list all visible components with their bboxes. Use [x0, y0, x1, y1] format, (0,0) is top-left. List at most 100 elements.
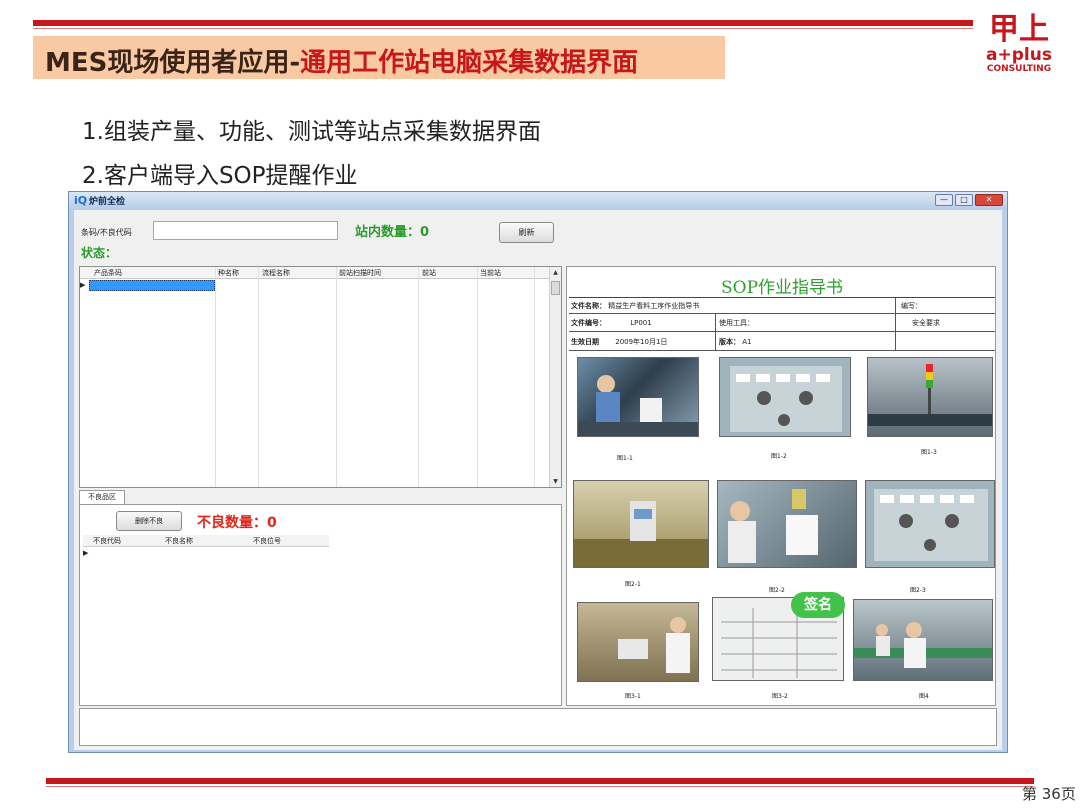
refresh-button[interactable]: 刷新 — [499, 222, 554, 243]
andon-light-icon — [868, 364, 992, 426]
col-header-barcode[interactable]: 产品条码 — [94, 268, 122, 278]
minimize-button[interactable]: — — [935, 194, 953, 206]
bottom-message-area — [79, 708, 997, 746]
sop-file-name-label: 文件名称： — [571, 302, 606, 310]
col-header-defect-name[interactable]: 不良名称 — [165, 536, 193, 546]
col-header-scan-time[interactable]: 前站扫描时间 — [339, 268, 381, 278]
grid-col-divider — [258, 267, 259, 487]
caption-3-2: 图3-2 — [772, 693, 788, 700]
sop-safety-label: 安全要求 — [912, 319, 940, 327]
caption-1-1: 图1-1 — [617, 455, 633, 462]
col-header-process[interactable]: 流程名称 — [262, 268, 290, 278]
barcode-input[interactable] — [153, 221, 338, 240]
station-count-value: 0 — [420, 225, 430, 240]
bottom-thin-rule — [46, 786, 1034, 787]
col-header-defect-position[interactable]: 不良位号 — [253, 536, 281, 546]
sop-file-no: 文件编号： LP001 — [571, 318, 652, 328]
page-number: 第 36页 — [1022, 785, 1076, 803]
sop-file-no-label: 文件编号： — [571, 319, 606, 327]
defect-count-value: 0 — [267, 515, 277, 531]
app-icon: iQ — [74, 194, 88, 207]
sop-photo-1-2 — [719, 357, 851, 437]
sop-panel: SOP作业指导书 文件名称： 精益生产看料工序作业指导书 编写： 安全要求 文件… — [566, 266, 996, 706]
delete-defect-button[interactable]: 删除不良 — [116, 511, 182, 531]
caption-2-2: 图2-2 — [769, 587, 785, 594]
logo-consulting: CONSULTING — [986, 64, 1052, 74]
sop-effective-date-label: 生效日期 — [571, 338, 599, 346]
caption-2-3: 图2-3 — [910, 587, 926, 594]
row-pointer-icon: ▶ — [83, 549, 89, 557]
top-thin-rule — [33, 28, 973, 29]
grid-col-divider — [336, 267, 337, 487]
product-grid-header: 产品条码 种名称 流程名称 前站扫描时间 前站 当前站 — [80, 267, 550, 279]
logo-aplus: a+plus — [986, 45, 1052, 65]
station-count-label: 站内数量： — [355, 225, 421, 240]
window-client-area: 条码/不良代码 站内数量：0 刷新 状态： 产品条码 种名称 流程名称 前站扫描… — [74, 210, 1002, 750]
slide-title-prefix: MES现场使用者应用- — [45, 48, 301, 78]
meta-line — [569, 313, 995, 314]
close-button[interactable]: ✕ — [975, 194, 1003, 206]
selected-cell[interactable] — [89, 280, 215, 291]
sop-effective-date-value: 2009年10月1日 — [615, 338, 668, 346]
grid-col-divider — [534, 267, 535, 487]
station-count: 站内数量：0 — [355, 221, 429, 240]
worker-photo-icon — [578, 375, 698, 436]
defect-grid[interactable]: 不良代码 不良名称 不良位号 ▶ — [83, 535, 329, 565]
meta-line — [569, 350, 995, 351]
slide-title: MES现场使用者应用-通用工作站电脑采集数据界面 — [45, 42, 638, 79]
sign-badge: 签名 — [791, 592, 845, 618]
bullet-2: 2.客户端导入SOP提醒作业 — [82, 163, 358, 189]
assembly-line-icon — [854, 622, 992, 668]
caption-3-1: 图3-1 — [625, 693, 641, 700]
bullet-1: 1.组装产量、功能、测试等站点采集数据界面 — [82, 119, 541, 145]
caption-2-1: 图2-1 — [625, 581, 641, 588]
workstation-photo-icon — [574, 501, 708, 567]
sop-version-value: A1 — [742, 338, 752, 346]
control-panel-icon — [730, 366, 842, 432]
scroll-up-icon[interactable]: ▲ — [550, 267, 561, 278]
grid-col-divider — [477, 267, 478, 487]
company-logo: 甲上 a+plus CONSULTING — [980, 14, 1058, 82]
row-pointer-icon: ▶ — [80, 281, 86, 289]
sop-photo-1-1 — [577, 357, 699, 437]
defect-panel: 删除不良 不良数量：0 不良代码 不良名称 不良位号 ▶ — [79, 504, 562, 706]
col-header-defect-code[interactable]: 不良代码 — [93, 536, 121, 546]
col-header-model[interactable]: 种名称 — [218, 268, 239, 278]
sop-header-rule — [569, 297, 995, 298]
sop-photo-2-2 — [717, 480, 857, 568]
defect-tabstrip: 不良品区 — [79, 490, 562, 504]
product-grid[interactable]: 产品条码 种名称 流程名称 前站扫描时间 前站 当前站 ▶ ▲ ▼ — [79, 266, 562, 488]
slide-title-main: 通用工作站电脑采集数据界面 — [300, 48, 639, 78]
sop-file-no-value: LP001 — [630, 319, 652, 327]
window-title: 炉前全检 — [89, 197, 126, 207]
scroll-down-icon[interactable]: ▼ — [550, 476, 561, 487]
meta-line — [715, 313, 716, 350]
scroll-thumb[interactable] — [551, 281, 560, 295]
sop-file-name: 文件名称： 精益生产看料工序作业指导书 — [571, 301, 699, 311]
sop-tools-label: 使用工具： — [719, 319, 754, 327]
caption-1-3: 图1-3 — [921, 449, 937, 456]
sop-editor-label: 编写： — [901, 302, 922, 310]
operator-photo-icon — [728, 489, 818, 563]
tab-defects[interactable]: 不良品区 — [79, 490, 125, 504]
slide-title-band: MES现场使用者应用-通用工作站电脑采集数据界面 — [33, 36, 725, 79]
meta-line — [895, 298, 896, 350]
defect-count-label: 不良数量： — [197, 515, 267, 531]
window-titlebar[interactable]: iQ 炉前全检 — □ ✕ — [69, 192, 1007, 209]
caption-4: 图4 — [919, 693, 929, 700]
sop-title: SOP作业指导书 — [720, 278, 844, 298]
app-window: iQ 炉前全检 — □ ✕ 条码/不良代码 站内数量：0 刷新 状态： 产品条码… — [68, 191, 1008, 753]
inspection-photo-icon — [618, 617, 690, 673]
maximize-button[interactable]: □ — [955, 194, 973, 206]
col-header-prev-station[interactable]: 前站 — [422, 268, 436, 278]
sop-photo-4 — [853, 599, 993, 681]
grid-scrollbar[interactable]: ▲ ▼ — [549, 267, 561, 487]
logo-chinese: 甲上 — [989, 12, 1049, 47]
sop-photo-1-3 — [867, 357, 993, 437]
defect-count: 不良数量：0 — [197, 512, 277, 532]
col-header-current-station[interactable]: 当前站 — [480, 268, 501, 278]
sop-version-label: 版本： — [719, 338, 740, 346]
meta-line — [569, 331, 995, 332]
barcode-label: 条码/不良代码 — [81, 228, 132, 237]
top-red-rule — [33, 20, 973, 26]
